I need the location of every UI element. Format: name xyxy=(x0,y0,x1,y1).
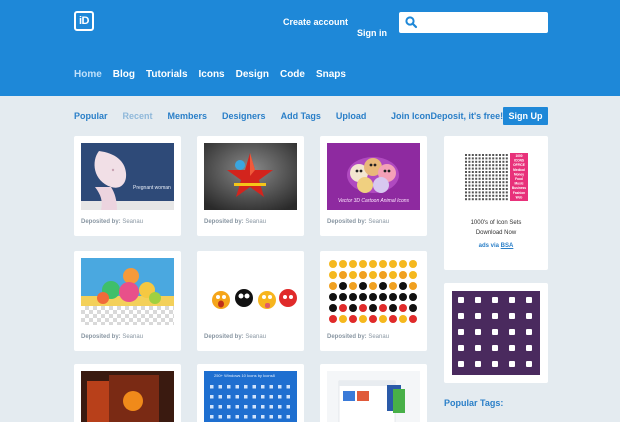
cartoon-toys-image xyxy=(81,258,174,306)
search-input[interactable] xyxy=(420,13,544,32)
bsa-link[interactable]: BSA xyxy=(501,243,514,249)
subnav-members[interactable]: Members xyxy=(168,111,208,121)
app-mockup-image xyxy=(327,371,420,422)
subnav-add-tags[interactable]: Add Tags xyxy=(281,111,321,121)
subnav-designers[interactable]: Designers xyxy=(222,111,266,121)
ad-banner-word: Money xyxy=(514,172,524,176)
subnav-recent[interactable]: Recent xyxy=(123,111,153,121)
card-thumbnail[interactable]: Vector 3D Cartoon Animal Icons xyxy=(327,143,420,210)
create-account-link[interactable]: Create account xyxy=(283,17,348,27)
author-link[interactable]: Seanau xyxy=(368,334,389,340)
thumb-caption-text: 250+ Windows 10 Icons by Icons8 xyxy=(214,373,275,378)
card-thumbnail[interactable]: Pregnant woman xyxy=(81,143,174,210)
icon-card[interactable] xyxy=(74,364,181,422)
nav-home[interactable]: Home xyxy=(74,69,102,80)
card-caption: Deposited by: Seanau xyxy=(204,219,267,225)
ad-banner-word: 1000 xyxy=(515,154,522,158)
card-caption: Deposited by: Seanau xyxy=(81,219,144,225)
subnav-upload[interactable]: Upload xyxy=(336,111,367,121)
ad-banner-word: Medical xyxy=(513,168,525,172)
card-thumbnail[interactable] xyxy=(327,258,420,325)
subnav-popular[interactable]: Popular xyxy=(74,111,108,121)
card-caption: Deposited by: Seanau xyxy=(81,334,144,340)
icon-card[interactable]: Deposited by: Seanau xyxy=(197,136,304,236)
author-link[interactable]: Seanau xyxy=(122,334,143,340)
card-thumbnail[interactable] xyxy=(81,371,174,422)
icon-card[interactable]: 250+ Windows 10 Icons by Icons8 xyxy=(197,364,304,422)
card-thumbnail[interactable]: 250+ Windows 10 Icons by Icons8 xyxy=(204,371,297,422)
icon-set-ad-image[interactable]: 1000ICONSOFFICEMedicalMoneyFoodMusicBusi… xyxy=(464,153,528,201)
icon-card[interactable]: Deposited by: Seanau xyxy=(197,251,304,351)
icon-card[interactable]: Deposited by: Seanau xyxy=(74,251,181,351)
join-link[interactable]: Join IconDeposit, it's free! xyxy=(391,111,503,121)
pregnant-woman-image xyxy=(81,143,174,210)
ad-title[interactable]: 1000's of Icon Sets xyxy=(444,220,548,226)
featured-icon-set[interactable] xyxy=(444,283,548,383)
icon-card[interactable]: Pregnant woman Deposited by: Seanau xyxy=(74,136,181,236)
card-caption: Deposited by: Seanau xyxy=(327,334,390,340)
card-thumbnail[interactable] xyxy=(204,258,297,325)
thumb-caption-text: Vector 3D Cartoon Animal Icons xyxy=(338,198,410,204)
popular-tags-heading: Popular Tags: xyxy=(444,398,504,408)
red-star-image xyxy=(204,143,297,210)
emoticon-grid-image xyxy=(327,258,420,325)
nav-blog[interactable]: Blog xyxy=(113,69,135,80)
sub-nav: Popular Recent Members Designers Add Tag… xyxy=(74,111,381,121)
nav-snaps[interactable]: Snaps xyxy=(316,69,346,80)
author-link[interactable]: Seanau xyxy=(122,219,143,225)
search-icon[interactable] xyxy=(404,15,419,30)
nav-design[interactable]: Design xyxy=(236,69,269,80)
sign-in-link[interactable]: Sign in xyxy=(357,28,387,38)
card-caption: Deposited by: Seanau xyxy=(204,334,267,340)
icon-card[interactable]: Vector 3D Cartoon Animal Icons Deposited… xyxy=(320,136,427,236)
ad-banner-word: Business xyxy=(512,186,526,190)
windows-icons-image xyxy=(204,371,297,422)
nav-tutorials[interactable]: Tutorials xyxy=(146,69,187,80)
card-thumbnail[interactable] xyxy=(204,143,297,210)
thumb-caption-text: Pregnant woman xyxy=(133,185,171,191)
ad-banner-word: Web xyxy=(516,195,523,199)
author-link[interactable]: Seanau xyxy=(245,219,266,225)
ad-box[interactable]: 1000 ICONS OFFICE Medical Money Food Music Busi… xyxy=(444,136,548,270)
ad-banner-word: ICONS xyxy=(514,159,524,163)
nav-code[interactable]: Code xyxy=(280,69,305,80)
ad-banner-word: Music xyxy=(514,182,523,186)
author-link[interactable]: Seanau xyxy=(368,219,389,225)
signup-button[interactable]: Sign Up xyxy=(503,107,548,125)
site-logo[interactable]: iD xyxy=(74,11,94,31)
ad-subtitle[interactable]: Download Now xyxy=(444,230,548,236)
ad-banner-word: Food xyxy=(515,177,523,181)
ads-via: ads via BSA xyxy=(478,243,514,249)
emoji-faces-image xyxy=(204,258,297,325)
site-header: iD Create account Sign in Home Blog Tuto… xyxy=(0,0,620,96)
halloween-flyer-image xyxy=(81,371,174,422)
nav-icons[interactable]: Icons xyxy=(199,69,225,80)
main-nav: Home Blog Tutorials Icons Design Code Sn… xyxy=(74,69,357,80)
ad-banner-word: Fashion xyxy=(513,191,525,195)
featured-icons-image[interactable] xyxy=(452,291,540,375)
icon-card[interactable] xyxy=(320,364,427,422)
card-thumbnail[interactable] xyxy=(81,258,174,325)
author-link[interactable]: Seanau xyxy=(245,334,266,340)
card-thumbnail[interactable] xyxy=(327,371,420,422)
icon-card[interactable]: Deposited by: Seanau xyxy=(320,251,427,351)
ad-banner-word: OFFICE xyxy=(513,163,525,167)
card-caption: Deposited by: Seanau xyxy=(327,219,390,225)
